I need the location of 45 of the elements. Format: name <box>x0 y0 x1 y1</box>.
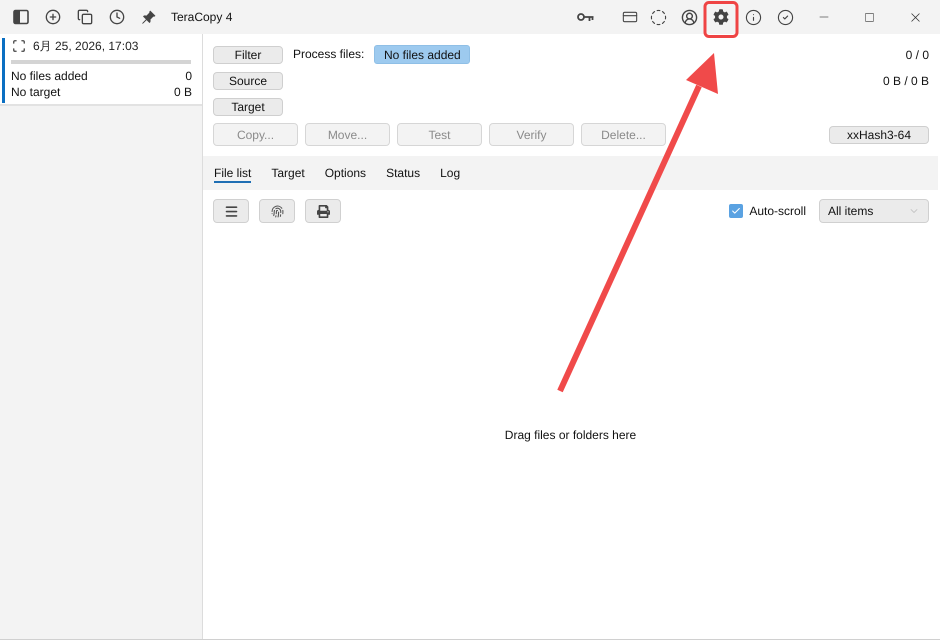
copy-icon[interactable] <box>77 9 93 25</box>
tab[interactable]: Target <box>271 163 305 183</box>
hash-button[interactable]: xxHash3-64 <box>829 126 929 144</box>
empty-message: Drag files or folders here <box>504 427 636 444</box>
selector-button[interactable]: Filter <box>213 46 283 64</box>
menu-button[interactable] <box>213 199 249 223</box>
check-icon <box>731 206 742 216</box>
sidebar-icon[interactable] <box>13 9 29 25</box>
clock-icon[interactable] <box>109 9 125 25</box>
user-icon[interactable] <box>680 8 698 26</box>
files-status: No files added <box>11 68 88 85</box>
info-icon[interactable] <box>744 8 762 26</box>
card-icon[interactable] <box>622 9 638 25</box>
menu-icon <box>224 204 238 218</box>
process-files-label: Process files: <box>293 46 364 63</box>
fingerprint-button[interactable] <box>259 199 295 223</box>
auto-scroll-label: Auto-scroll <box>749 203 806 220</box>
settings-icon[interactable] <box>713 9 729 25</box>
fingerprint-icon <box>270 204 284 218</box>
tab[interactable]: File list <box>214 163 252 183</box>
scan-frame-icon <box>12 39 26 53</box>
target-size: 0 B <box>174 84 192 101</box>
highlight-frame <box>704 1 738 38</box>
dashed-circle-icon[interactable] <box>650 8 666 26</box>
tab[interactable]: Status <box>386 163 420 183</box>
auto-scroll-checkbox[interactable] <box>729 204 744 218</box>
tab[interactable]: Log <box>440 163 460 183</box>
selector-button[interactable]: Source <box>213 72 283 90</box>
size-total: 0 B / 0 B <box>882 73 929 90</box>
tab[interactable]: Options <box>324 163 366 183</box>
file-count: 0 <box>185 68 192 85</box>
pin-icon[interactable] <box>141 10 156 24</box>
check-circle-icon[interactable] <box>776 8 794 26</box>
window-title: TeraCopy 4 <box>171 9 232 26</box>
process-files-status: No files added <box>374 45 470 64</box>
print-button[interactable] <box>305 199 341 223</box>
job-date: 6月 25, 2026, 17:03 <box>33 38 138 54</box>
selector-button[interactable]: Target <box>213 98 283 116</box>
item-filter-dropdown[interactable]: All items <box>819 199 929 223</box>
key-icon[interactable] <box>576 12 594 22</box>
file-total: 0 / 0 <box>906 47 929 64</box>
printer-icon <box>316 204 330 218</box>
maximize-icon[interactable] <box>864 12 874 22</box>
target-status: No target <box>11 84 60 101</box>
add-icon[interactable] <box>45 9 61 25</box>
